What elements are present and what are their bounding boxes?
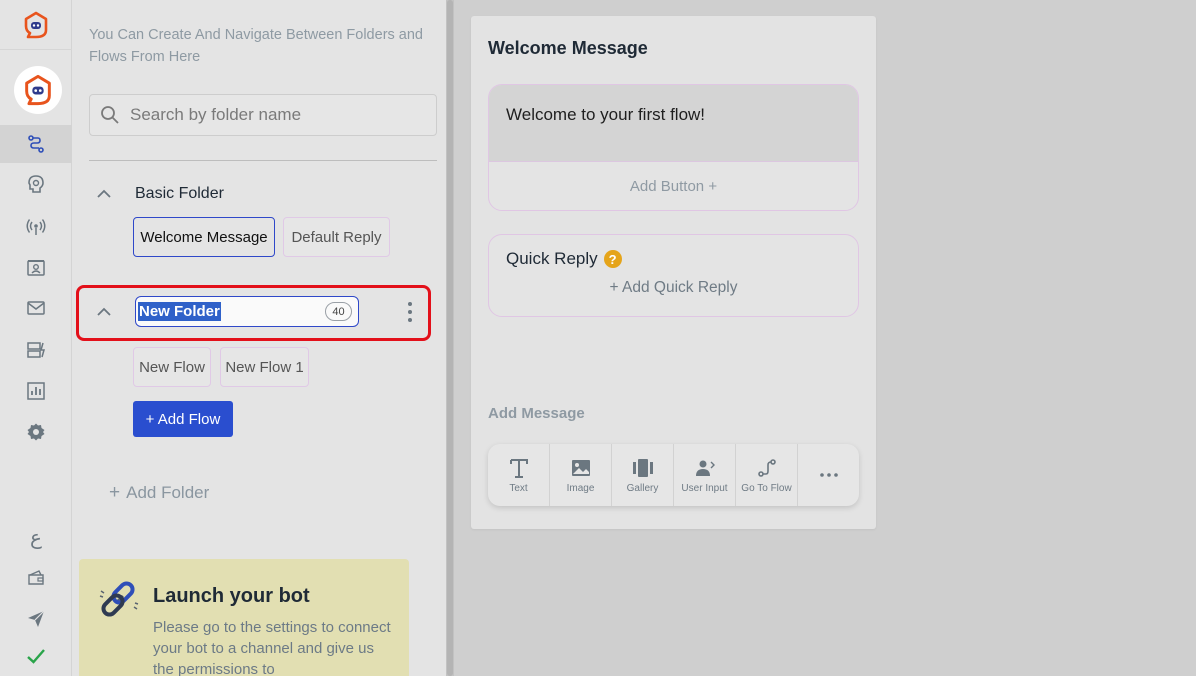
folder-name-selected-text[interactable]: New Folder: [138, 302, 221, 321]
launch-bot-card: Launch your bot Please go to the setting…: [79, 559, 409, 676]
scrollbar-thumb[interactable]: [447, 0, 453, 676]
rail-item-broadcast[interactable]: [0, 207, 72, 245]
tool-label: Image: [566, 482, 595, 494]
bot-logo-icon: [24, 11, 48, 38]
check-icon: [27, 649, 45, 664]
folder-search[interactable]: [89, 94, 437, 136]
folder-collapse-toggle[interactable]: [89, 297, 119, 327]
chevron-up-icon: [97, 189, 111, 198]
char-counter-badge: 40: [325, 302, 352, 321]
rail-item-settings[interactable]: [0, 413, 72, 451]
user-input-icon: [695, 460, 715, 476]
kebab-dot-icon: [408, 318, 412, 322]
flows-icon: [28, 135, 44, 153]
contacts-icon: [27, 260, 45, 276]
message-text[interactable]: Welcome to your first flow!: [489, 85, 858, 161]
tool-more[interactable]: [798, 444, 859, 506]
text-icon: [509, 458, 528, 478]
add-folder-button[interactable]: + Add Folder: [109, 482, 209, 504]
mail-icon: [27, 301, 45, 315]
send-icon: [28, 610, 45, 627]
add-message-label: Add Message: [488, 405, 585, 422]
quick-reply-block: Quick Reply ? + Add Quick Reply: [488, 234, 859, 317]
folder-rename-input[interactable]: New Folder 40: [135, 296, 359, 327]
ai-brain-icon: [28, 175, 44, 193]
flow-title: Welcome Message: [488, 38, 648, 58]
quick-reply-label: Quick Reply: [506, 249, 598, 268]
tool-label: Gallery: [626, 482, 659, 494]
folder-name[interactable]: Basic Folder: [135, 185, 224, 203]
add-quick-reply-link[interactable]: + Add Quick Reply: [489, 279, 858, 297]
tool-user-input[interactable]: User Input: [674, 444, 736, 506]
analytics-icon: [27, 382, 45, 400]
flow-chip-welcome-message[interactable]: Welcome Message: [133, 217, 275, 257]
tool-label: Go To Flow: [741, 482, 792, 494]
flow-chip-default-reply[interactable]: Default Reply: [283, 217, 390, 257]
panel-scrollbar[interactable]: [446, 0, 454, 676]
rail-item-flows[interactable]: [0, 125, 72, 163]
integrations-icon: [27, 342, 45, 358]
go-to-flow-icon: [757, 458, 776, 477]
rail-item-mail[interactable]: [0, 289, 72, 327]
launch-title: Launch your bot: [153, 585, 310, 607]
launch-body: Please go to the settings to connect you…: [153, 619, 391, 676]
broadcast-icon: [26, 219, 46, 235]
more-icon: [819, 473, 838, 477]
search-icon: [101, 106, 119, 124]
settings-icon: [27, 423, 45, 441]
chevron-up-icon: [97, 307, 111, 316]
gallery-icon: [632, 458, 653, 477]
add-folder-label: Add Folder: [126, 483, 210, 502]
app-logo[interactable]: [0, 0, 72, 50]
kebab-dot-icon: [408, 310, 412, 314]
rail-item-contacts[interactable]: [0, 249, 72, 287]
flow-chip-new-flow-1[interactable]: New Flow 1: [220, 347, 309, 387]
panel-intro-text: You Can Create And Navigate Between Fold…: [89, 27, 423, 65]
tool-text[interactable]: Text: [488, 444, 550, 506]
rail-item-ai[interactable]: [0, 165, 72, 203]
kebab-dot-icon: [408, 302, 412, 306]
folder-collapse-toggle[interactable]: [89, 179, 119, 209]
tool-label: User Input: [681, 482, 728, 494]
message-type-toolbar: Text Image Gallery User Input Go To Flow: [488, 444, 859, 506]
language-switch[interactable]: ع: [0, 518, 72, 556]
quick-reply-title: Quick Reply ?: [506, 249, 622, 269]
add-button-link[interactable]: Add Button +: [489, 162, 858, 210]
flow-chip-new-flow[interactable]: New Flow: [133, 347, 211, 387]
panel-divider: [89, 160, 437, 161]
flow-editor-card: Welcome Message Welcome to your first fl…: [471, 16, 876, 529]
link-icon: [99, 581, 139, 617]
image-icon: [571, 459, 590, 476]
help-icon[interactable]: ?: [603, 250, 622, 268]
plus-icon: +: [109, 482, 121, 503]
add-flow-button[interactable]: + Add Flow: [133, 401, 233, 437]
folder-options-menu[interactable]: [401, 300, 419, 324]
rail-item-integrations[interactable]: [0, 331, 72, 369]
icon-rail: ع: [0, 0, 72, 676]
tool-go-to-flow[interactable]: Go To Flow: [736, 444, 798, 506]
tool-label: Text: [509, 482, 528, 494]
tool-image[interactable]: Image: [550, 444, 612, 506]
rail-item-wallet[interactable]: [0, 559, 72, 597]
search-input[interactable]: [130, 105, 420, 125]
bot-logo-icon: [25, 74, 51, 106]
wallet-icon: [28, 570, 44, 585]
rail-item-status[interactable]: [0, 637, 72, 675]
bot-avatar[interactable]: [14, 66, 62, 114]
rail-item-analytics[interactable]: [0, 372, 72, 410]
rail-item-publish[interactable]: [0, 600, 72, 638]
tool-gallery[interactable]: Gallery: [612, 444, 674, 506]
folder-basic: Basic Folder: [89, 176, 224, 212]
message-block[interactable]: Welcome to your first flow! Add Button +: [488, 84, 859, 211]
